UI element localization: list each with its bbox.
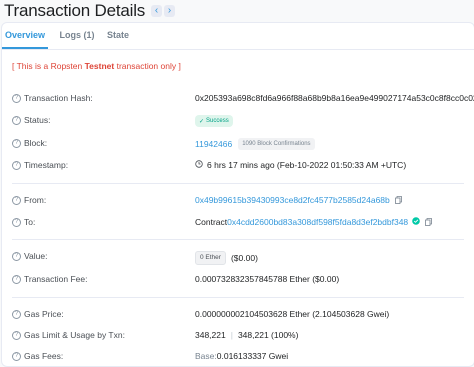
divider: [12, 239, 464, 240]
status-badge: ✓ Success: [195, 115, 233, 127]
row-timestamp: ? Timestamp: 6 hrs 17 mins ago (Feb-10-20…: [12, 160, 467, 174]
tab-state[interactable]: State: [102, 23, 134, 48]
page-header: Transaction Details ‹ ›: [4, 0, 176, 22]
timestamp-label: Timestamp:: [24, 160, 69, 170]
divider: [12, 183, 464, 184]
divider: [12, 297, 464, 298]
block-confirmations-badge: 1090 Block Confirmations: [238, 138, 315, 150]
transaction-hash-label: Transaction Hash:: [24, 93, 93, 103]
help-icon[interactable]: ?: [12, 330, 21, 340]
help-icon[interactable]: ?: [12, 115, 21, 125]
status-label: Status:: [24, 115, 51, 125]
contract-prefix: Contract: [195, 217, 228, 227]
transaction-hash-value[interactable]: 0x205393a698c8fd6a966f88a68b9b8a16ea9e49…: [195, 93, 474, 103]
help-icon[interactable]: ?: [12, 93, 21, 103]
row-from: ? From: 0x49b99615b39430993ce8d2fc4577b25…: [12, 195, 467, 209]
gas-limit-value: 348,221: [195, 330, 226, 340]
base-fee-prefix: Base:: [195, 351, 217, 361]
row-gas-price: ? Gas Price: 0.000000002104503628 Ether (…: [12, 309, 467, 323]
copy-icon[interactable]: [394, 196, 402, 204]
timestamp-value: 6 hrs 17 mins ago (Feb-10-2022 01:50:33 …: [207, 160, 407, 170]
page-title: Transaction Details: [4, 1, 146, 20]
to-label: To:: [24, 217, 36, 227]
prev-transaction-button[interactable]: ‹: [151, 5, 163, 17]
gas-limit-label: Gas Limit & Usage by Txn:: [24, 330, 125, 340]
row-status: ? Status: ✓ Success: [12, 115, 467, 129]
details-card: Overview Logs (1) State [ This is a Rops…: [1, 22, 474, 367]
copy-icon[interactable]: [425, 218, 433, 226]
row-to: ? To: Contract 0x4cdd2600bd83a308df598f5f…: [12, 217, 467, 231]
from-label: From:: [24, 195, 47, 205]
value-label: Value:: [24, 251, 48, 261]
help-icon[interactable]: ?: [12, 160, 21, 170]
row-transaction-fee: ? Transaction Fee: 0.000732832357845788 E…: [12, 274, 467, 288]
help-icon[interactable]: ?: [12, 309, 21, 319]
help-icon[interactable]: ?: [12, 274, 21, 284]
row-value: ? Value: 0 Ether ($0.00): [12, 251, 467, 265]
value-usd: ($0.00): [230, 253, 258, 263]
clock-icon: [195, 160, 203, 170]
tab-logs[interactable]: Logs (1): [54, 23, 100, 48]
verified-check-icon: [412, 217, 420, 227]
help-icon[interactable]: ?: [12, 351, 21, 361]
block-number-link[interactable]: 11942466: [195, 139, 232, 149]
to-contract-link[interactable]: 0x4cdd2600bd83a308df598f5fda8d3ef2bdbf34…: [227, 217, 408, 227]
tab-bar: Overview Logs (1) State: [2, 23, 474, 50]
row-block: ? Block: 11942466 1090 Block Confirmation…: [12, 138, 467, 152]
gas-price-value: 0.000000002104503628 Ether (2.104503628 …: [195, 309, 390, 319]
row-gas-fees: ? Gas Fees: Base: 0.016133337 Gwei: [12, 351, 467, 365]
transaction-fee-value: 0.000732832357845788 Ether ($0.00): [195, 274, 340, 284]
base-fee-value: 0.016133337 Gwei: [216, 351, 289, 361]
check-circle-icon: ✓: [199, 118, 205, 125]
help-icon[interactable]: ?: [12, 251, 21, 261]
gas-usage-value: 348,221 (100%): [237, 330, 299, 340]
block-label: Block:: [24, 138, 48, 148]
testnet-notice: [ This is a Ropsten Testnet transaction …: [12, 61, 181, 71]
ether-value-badge: 0 Ether: [195, 251, 226, 265]
help-icon[interactable]: ?: [12, 138, 21, 148]
row-transaction-hash: ? Transaction Hash: 0x205393a698c8fd6a966…: [12, 93, 474, 107]
from-address-link[interactable]: 0x49b99615b39430993ce8d2fc4577b2585d24a6…: [195, 195, 390, 205]
nav-buttons: ‹ ›: [151, 5, 176, 17]
gas-price-label: Gas Price:: [24, 309, 64, 319]
transaction-fee-label: Transaction Fee:: [24, 274, 88, 284]
next-transaction-button[interactable]: ›: [164, 5, 176, 17]
row-gas-limit-usage: ? Gas Limit & Usage by Txn: 348,221 | 348…: [12, 330, 467, 344]
help-icon[interactable]: ?: [12, 217, 21, 227]
help-icon[interactable]: ?: [12, 195, 21, 205]
separator: |: [230, 330, 233, 340]
tab-overview[interactable]: Overview: [2, 23, 48, 49]
gas-fees-label: Gas Fees:: [24, 351, 64, 361]
